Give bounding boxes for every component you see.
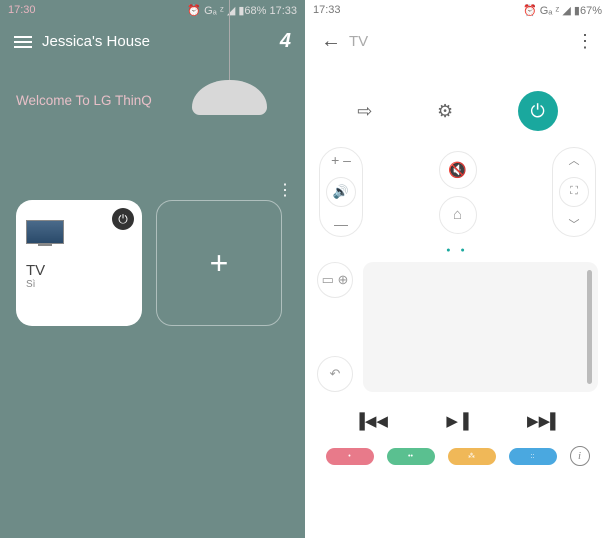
next-button[interactable]: ▶▶▌ [527,412,561,430]
back-icon[interactable]: ← [321,30,341,53]
top-controls: ⇨ ⚙ ⏻ [305,83,610,139]
channel-control: ︿ ⛶ ﹀ [552,147,596,237]
channel-down[interactable]: ﹀ [569,216,580,232]
scrollbar[interactable] [587,270,592,384]
device-cards: ⏻ TV Sì + [0,200,298,326]
touchpad[interactable] [363,262,598,392]
tv-icon [26,220,64,244]
info-button[interactable]: i [570,446,590,466]
control-row: + – 🔊 — 🔇 ⌂ ︿ ⛶ ﹀ [305,139,610,245]
tv-remote-screen: 17:33 ⏰ Gₐ ᶻ ◢ ▮67% ← TV ⋮ ⇨ ⚙ ⏻ + – 🔊 —… [305,0,610,538]
volume-control: + – 🔊 — [319,147,363,237]
more-icon[interactable]: ⋮ [576,31,594,52]
menu-icon[interactable] [14,36,32,48]
more-icon[interactable]: ⋮ [277,180,291,200]
plus-icon: + [210,245,229,282]
pointer-toggle[interactable]: ▭ ⊕ [317,262,353,298]
channel-list-icon[interactable]: ⛶ [559,177,589,207]
device-label: TV [26,262,132,279]
device-status: Sì [26,279,132,290]
status-bar: 17:33 ⏰ Gₐ ᶻ ◢ ▮67% [305,0,610,20]
mute-button[interactable]: 🔇 [439,151,477,189]
tv-card[interactable]: ⏻ TV Sì [16,200,142,326]
page-title: TV [349,33,576,50]
home-button[interactable]: ⌂ [439,196,477,234]
volume-down[interactable]: — [334,216,348,232]
center-controls: 🔇 ⌂ [371,147,544,237]
thinq-home-screen: 17:30 ⏰ Gₐ ᶻ ◢ ▮68% 17:33 Jessica's Hous… [0,0,305,538]
prev-button[interactable]: ▐◀◀ [354,412,388,430]
settings-icon[interactable]: ⚙ [437,101,453,122]
notification-badge[interactable]: 4 [280,30,291,53]
green-button[interactable]: •• [387,448,435,465]
lamp-decoration [192,0,267,115]
time: 17:33 [313,4,341,16]
remote-header: ← TV ⋮ [305,20,610,63]
add-device-button[interactable]: + [156,200,282,326]
volume-up[interactable]: + – [331,152,351,168]
yellow-button[interactable]: ⁂ [448,448,496,465]
blue-button[interactable]: :: [509,448,557,465]
play-pause-button[interactable]: ▶▐ [446,412,468,430]
input-icon[interactable]: ⇨ [357,101,372,122]
power-icon[interactable]: ⏻ [112,208,134,230]
volume-icon[interactable]: 🔊 [326,177,356,207]
home-name[interactable]: Jessica's House [42,33,150,50]
color-buttons: • •• ⁂ :: i [305,440,610,476]
media-controls: ▐◀◀ ▶▐ ▶▶▌ [305,398,610,440]
touchpad-area: ▭ ⊕ ↶ [305,256,610,398]
status-icons: ⏰ Gₐ ᶻ ◢ ▮67% [523,4,602,17]
touchpad-side: ▭ ⊕ ↶ [317,262,357,392]
time: 17:30 [8,4,36,16]
power-button[interactable]: ⏻ [518,91,558,131]
channel-up[interactable]: ︿ [569,152,580,168]
red-button[interactable]: • [326,448,374,465]
back-button[interactable]: ↶ [317,356,353,392]
page-indicator: ● ● [305,245,610,256]
